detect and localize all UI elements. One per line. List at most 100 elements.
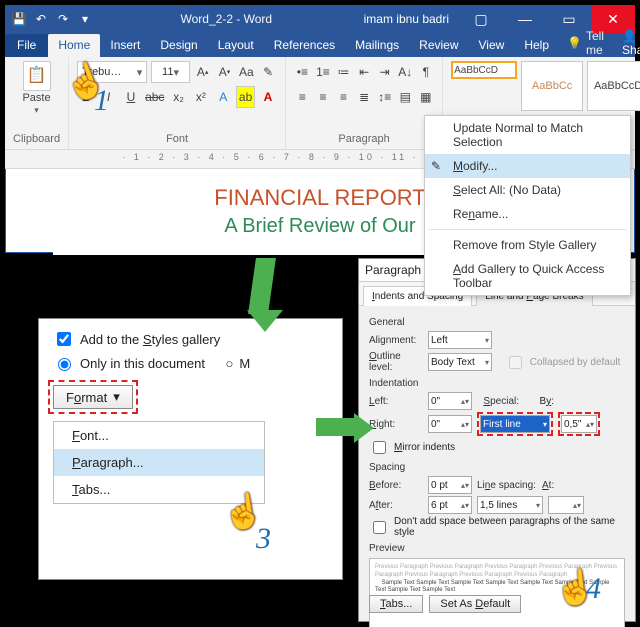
after-spin[interactable]: 6 pt▴▾ <box>428 496 472 514</box>
tabs-button[interactable]: Tabs... <box>369 595 423 613</box>
tab-review[interactable]: Review <box>409 34 468 57</box>
ctx-separator <box>429 229 626 230</box>
numbering-icon[interactable]: 1≡ <box>315 61 332 83</box>
tab-references[interactable]: References <box>264 34 345 57</box>
bold-button[interactable]: B <box>77 86 95 108</box>
format-paragraph[interactable]: Paragraph... <box>54 449 264 476</box>
style-heading1[interactable]: AaBbCcD <box>587 61 640 111</box>
font-size-combo[interactable]: 11▾ <box>151 61 190 83</box>
window-title: Word_2-2 - Word <box>99 12 354 26</box>
italic-button[interactable]: I <box>99 86 117 108</box>
bullets-icon[interactable]: •≡ <box>294 61 311 83</box>
style-nospacing[interactable]: AaBbCc <box>521 61 583 111</box>
tab-home[interactable]: Home <box>48 34 100 57</box>
alignment-select[interactable]: Left▾ <box>428 331 492 349</box>
format-button[interactable]: Format▾ <box>53 385 133 409</box>
sort-icon[interactable]: A↓ <box>397 61 414 83</box>
align-center-icon[interactable]: ≡ <box>315 86 332 108</box>
highlight-icon[interactable]: ab <box>236 86 254 108</box>
indent-left-spin[interactable]: 0"▴▾ <box>428 392 472 410</box>
tab-layout[interactable]: Layout <box>208 34 264 57</box>
multilevel-icon[interactable]: ≔ <box>335 61 352 83</box>
font-color-icon[interactable]: A <box>259 86 277 108</box>
justify-icon[interactable]: ≣ <box>356 86 373 108</box>
undo-icon[interactable]: ↶ <box>33 11 49 27</box>
at-label: At: <box>542 480 562 491</box>
paste-icon <box>23 61 51 91</box>
mirror-checkbox[interactable] <box>373 441 386 454</box>
before-spin[interactable]: 0 pt▴▾ <box>428 476 472 494</box>
ribbon-tabs: File Home Insert Design Layout Reference… <box>5 33 635 57</box>
increase-indent-icon[interactable]: ⇥ <box>376 61 393 83</box>
redo-icon[interactable]: ↷ <box>55 11 71 27</box>
outline-select[interactable]: Body Text▾ <box>428 353 492 371</box>
show-marks-icon[interactable]: ¶ <box>418 61 435 83</box>
before-label: Before: <box>369 480 423 491</box>
by-spin[interactable]: 0,5"▴▾ <box>561 415 597 433</box>
line-spacing-icon[interactable]: ↕≡ <box>376 86 393 108</box>
add-to-gallery-checkbox[interactable]: Add to the Styles gallery <box>53 329 328 349</box>
format-tabs[interactable]: Tabs... <box>54 476 264 503</box>
format-menu: Font... Paragraph... Tabs... <box>53 421 265 504</box>
borders-icon[interactable]: ▦ <box>418 86 435 108</box>
indent-right-label: Right: <box>369 419 423 430</box>
qat-more-icon[interactable]: ▾ <box>77 11 93 27</box>
group-font: Trebu… ▾ 11▾ A▴ A▾ Aa ✎ B I U abc x₂ x² … <box>69 57 286 149</box>
subscript-button[interactable]: x₂ <box>169 86 187 108</box>
set-default-button[interactable]: Set As Default <box>429 595 521 613</box>
line-spacing-select[interactable]: 1,5 lines▾ <box>477 496 543 514</box>
tell-me[interactable]: 💡Tell me <box>559 29 612 57</box>
modify-style-snippet: Add to the Styles gallery Only in this d… <box>38 318 343 580</box>
indent-right-spin[interactable]: 0"▴▾ <box>428 415 472 433</box>
change-case-icon[interactable]: Aa <box>237 61 255 83</box>
decrease-indent-icon[interactable]: ⇤ <box>356 61 373 83</box>
font-name-combo[interactable]: Trebu… ▾ <box>77 61 147 83</box>
only-this-doc-radio[interactable]: Only in this document ○ M <box>53 355 328 371</box>
align-left-icon[interactable]: ≡ <box>294 86 311 108</box>
after-label: After: <box>369 500 423 511</box>
strike-button[interactable]: abc <box>144 86 165 108</box>
alignment-label: Alignment: <box>369 335 423 346</box>
special-select[interactable]: First line▾ <box>480 415 550 433</box>
style-normal[interactable]: AaBbCcD <box>451 61 517 79</box>
user-name[interactable]: imam ibnu badri <box>354 12 459 26</box>
at-spin[interactable]: ▴▾ <box>548 496 584 514</box>
text-effects-icon[interactable]: A <box>214 86 232 108</box>
save-icon[interactable]: 💾 <box>11 11 27 27</box>
tab-view[interactable]: View <box>469 34 515 57</box>
tab-mailings[interactable]: Mailings <box>345 34 409 57</box>
share-button[interactable]: 👤 Share <box>612 29 640 57</box>
by-label: By: <box>524 396 554 407</box>
tab-help[interactable]: Help <box>514 34 559 57</box>
ctx-update[interactable]: Update Normal to Match Selection <box>425 116 630 154</box>
group-clipboard: Paste▾ Clipboard <box>5 57 69 149</box>
chevron-down-icon: ▾ <box>113 389 120 405</box>
shrink-font-icon[interactable]: A▾ <box>216 61 234 83</box>
paste-button[interactable]: Paste▾ <box>13 61 60 116</box>
arrow-1-shaft <box>248 258 276 314</box>
tab-design[interactable]: Design <box>150 34 207 57</box>
group-label-clipboard: Clipboard <box>13 133 60 147</box>
align-right-icon[interactable]: ≡ <box>335 86 352 108</box>
ctx-selectall[interactable]: Select All: (No Data) <box>425 178 630 202</box>
section-general: General <box>369 317 625 328</box>
minimize-button[interactable]: — <box>503 5 547 33</box>
ctx-modify[interactable]: ✎Modify... <box>425 154 630 178</box>
grow-font-icon[interactable]: A▴ <box>194 61 212 83</box>
underline-button[interactable]: U <box>122 86 140 108</box>
format-font[interactable]: Font... <box>54 422 264 449</box>
tab-insert[interactable]: Insert <box>100 34 150 57</box>
dialog-title: Paragraph <box>365 263 421 277</box>
dont-add-space-checkbox[interactable] <box>373 521 386 534</box>
tab-file[interactable]: File <box>5 34 48 57</box>
clear-format-icon[interactable]: ✎ <box>259 61 277 83</box>
ctx-remove[interactable]: Remove from Style Gallery <box>425 233 630 257</box>
modify-icon: ✎ <box>431 159 441 173</box>
shading-icon[interactable]: ▤ <box>397 86 414 108</box>
ribbon-options-icon[interactable]: ▢ <box>459 5 503 33</box>
superscript-button[interactable]: x² <box>192 86 210 108</box>
paragraph-dialog: Paragraph ? ✕ Indents and Spacing Line a… <box>358 258 636 622</box>
ctx-rename[interactable]: Rename... <box>425 202 630 226</box>
ctx-addqat[interactable]: Add Gallery to Quick Access Toolbar <box>425 257 630 295</box>
group-label-paragraph: Paragraph <box>294 133 434 147</box>
